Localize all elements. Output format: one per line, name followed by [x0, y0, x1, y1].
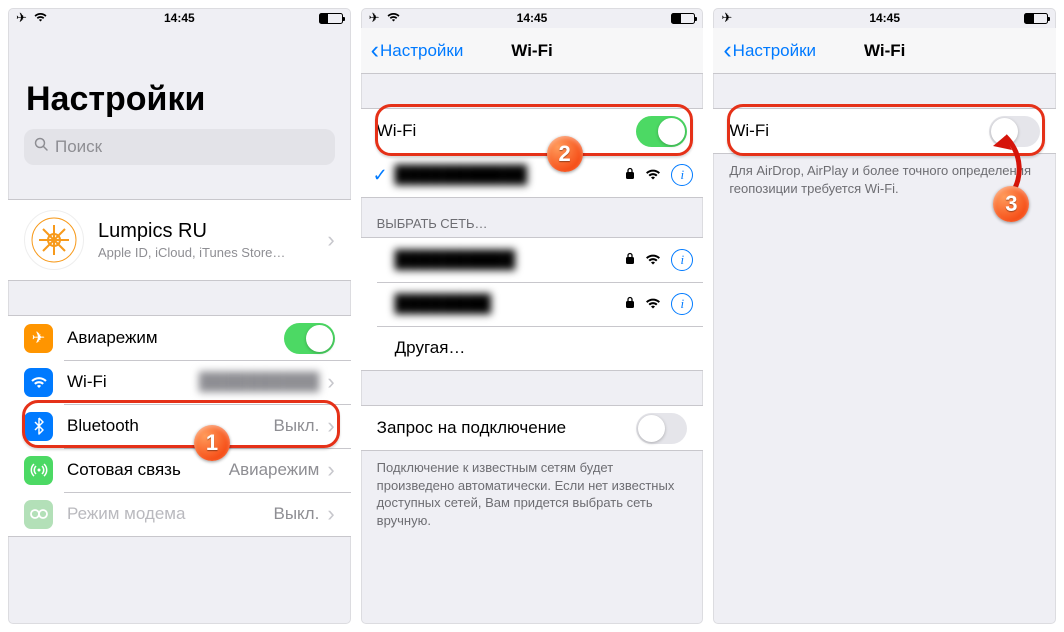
chevron-right-icon: › [327, 457, 334, 483]
search-input[interactable]: Поиск [24, 129, 335, 165]
step-badge-1: 1 [194, 425, 230, 461]
status-time: 14:45 [869, 11, 900, 25]
wifi-icon [24, 368, 53, 397]
hotspot-value: Выкл. [274, 504, 320, 524]
ask-label: Запрос на подключение [377, 418, 637, 438]
ask-toggle[interactable] [636, 413, 687, 444]
wifi-strength-icon [645, 252, 661, 268]
hotspot-label: Режим модема [67, 504, 274, 524]
airplane-toggle[interactable] [284, 323, 335, 354]
network-row[interactable]: ██████████ i [361, 238, 704, 282]
airplane-icon: ✈ [16, 10, 27, 26]
hotspot-icon [24, 500, 53, 529]
back-button[interactable]: ‹Настройки [371, 38, 464, 63]
status-time: 14:45 [517, 11, 548, 25]
nav-bar: ‹Настройки Wi-Fi [713, 28, 1056, 74]
nav-title: Wi-Fi [511, 41, 552, 61]
wifi-toggle-label: Wi-Fi [377, 121, 637, 141]
page-title: Настройки [8, 28, 351, 129]
lock-icon [625, 252, 635, 268]
wifi-strength-icon [645, 296, 661, 312]
search-placeholder: Поиск [55, 137, 102, 157]
cellular-label: Сотовая связь [67, 460, 229, 480]
chevron-right-icon: › [327, 369, 334, 395]
choose-network-header: ВЫБРАТЬ СЕТЬ… [361, 198, 704, 237]
wifi-toggle[interactable] [989, 116, 1040, 147]
wifi-signal-icon [33, 11, 48, 25]
bluetooth-icon [24, 412, 53, 441]
avatar [24, 210, 84, 270]
wifi-toggle-row[interactable]: Wi-Fi [361, 109, 704, 153]
screenshot-settings-main: ✈ 14:45 Настройки Поиск Lumpics RU Apple… [8, 8, 351, 624]
network-name: ████████ [395, 294, 626, 314]
info-icon[interactable]: i [671, 293, 693, 315]
wifi-toggle-row[interactable]: Wi-Fi [713, 109, 1056, 153]
airplane-mode-row[interactable]: ✈ Авиарежим [8, 316, 351, 360]
wifi-strength-icon [645, 167, 661, 183]
battery-icon [319, 13, 343, 24]
network-name: ██████████ [395, 250, 626, 270]
apple-id-row[interactable]: Lumpics RU Apple ID, iCloud, iTunes Stor… [8, 200, 351, 280]
wifi-toggle[interactable] [636, 116, 687, 147]
network-row[interactable]: ████████ i [361, 282, 704, 326]
wifi-value: ██████████ [199, 372, 319, 392]
battery-icon [671, 13, 695, 24]
chevron-right-icon: › [327, 501, 334, 527]
ask-to-join-row[interactable]: Запрос на подключение [361, 406, 704, 450]
airplane-label: Авиарежим [67, 328, 284, 348]
cellular-icon [24, 456, 53, 485]
hotspot-row[interactable]: Режим модема Выкл. › [8, 492, 351, 536]
wifi-signal-icon [386, 11, 401, 25]
info-icon[interactable]: i [671, 249, 693, 271]
wifi-row[interactable]: Wi-Fi ██████████ › [8, 360, 351, 404]
chevron-left-icon: ‹ [723, 38, 731, 63]
airplane-icon: ✈ [721, 10, 732, 26]
chevron-left-icon: ‹ [371, 38, 379, 63]
step-badge-3: 3 [993, 186, 1029, 222]
lock-icon [625, 296, 635, 312]
step-badge-2: 2 [547, 136, 583, 172]
info-icon[interactable]: i [671, 164, 693, 186]
status-bar: ✈ 14:45 [713, 8, 1056, 28]
checkmark-icon: ✓ [373, 165, 388, 186]
cellular-value: Авиарежим [229, 460, 320, 480]
nav-title: Wi-Fi [864, 41, 905, 61]
connected-network-row[interactable]: ✓ ███████████ i [361, 153, 704, 197]
screenshot-wifi-off: ✈ 14:45 ‹Настройки Wi-Fi Wi-Fi Для AirDr… [713, 8, 1056, 624]
screenshot-wifi-on: ✈ 14:45 ‹Настройки Wi-Fi Wi-Fi ✓ ███████… [361, 8, 704, 624]
cellular-row[interactable]: Сотовая связь Авиарежим › [8, 448, 351, 492]
wifi-toggle-label: Wi-Fi [729, 121, 989, 141]
bluetooth-value: Выкл. [274, 416, 320, 436]
chevron-right-icon: › [327, 413, 334, 439]
network-name: ███████████ [395, 165, 626, 185]
status-bar: ✈ 14:45 [8, 8, 351, 28]
status-time: 14:45 [164, 11, 195, 25]
status-bar: ✈ 14:45 [361, 8, 704, 28]
chevron-right-icon: › [327, 227, 334, 253]
other-network-row[interactable]: Другая… [361, 326, 704, 370]
account-name: Lumpics RU [98, 220, 327, 243]
bluetooth-row[interactable]: Bluetooth Выкл. › [8, 404, 351, 448]
account-sub: Apple ID, iCloud, iTunes Store… [98, 245, 327, 260]
ask-footer: Подключение к известным сетям будет прои… [361, 451, 704, 537]
airplane-icon: ✈ [24, 324, 53, 353]
search-icon [34, 137, 49, 157]
nav-bar: ‹Настройки Wi-Fi [361, 28, 704, 74]
other-label: Другая… [395, 338, 694, 358]
bluetooth-label: Bluetooth [67, 416, 274, 436]
lock-icon [625, 167, 635, 183]
battery-icon [1024, 13, 1048, 24]
wifi-label: Wi-Fi [67, 372, 199, 392]
back-button[interactable]: ‹Настройки [723, 38, 816, 63]
airplane-icon: ✈ [369, 10, 380, 26]
